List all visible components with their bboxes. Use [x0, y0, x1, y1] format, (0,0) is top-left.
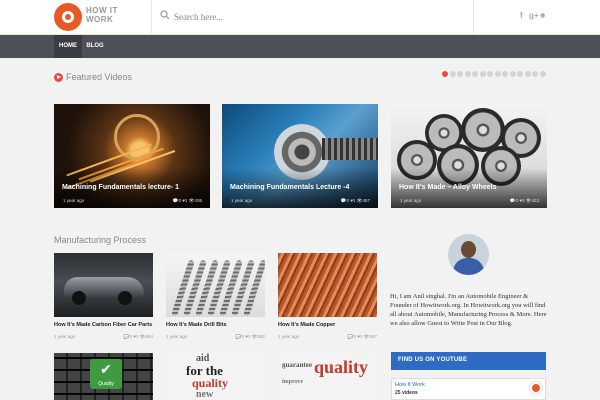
featured-video-card[interactable]: Machining Fundamentals lecture- 1 1 year… [54, 104, 210, 208]
slider-dot[interactable] [457, 71, 463, 77]
slider-dot[interactable] [464, 71, 471, 77]
post-title[interactable]: How It's Made Copper [278, 322, 335, 328]
main-nav: HOME BLOG [0, 35, 600, 58]
video-stats: 💬0 ♥1 👁457 [340, 198, 370, 203]
search-icon [160, 10, 170, 20]
slider-dot[interactable] [442, 71, 448, 77]
post-thumbnail[interactable]: guarantee quality improve [278, 353, 377, 400]
video-stats: 💬0 ♥3 👁423 [509, 198, 539, 203]
slider-dot[interactable] [524, 71, 531, 77]
video-time: 1 year ago [63, 198, 85, 203]
slider-dot[interactable] [509, 71, 516, 77]
slider-dot[interactable] [479, 71, 486, 77]
post-thumbnail[interactable] [278, 253, 377, 317]
slider-dot[interactable] [539, 71, 546, 77]
slider-dot[interactable] [449, 71, 456, 77]
play-icon [54, 73, 63, 82]
featured-videos-title: Featured Videos [66, 72, 132, 82]
slider-dot[interactable] [532, 71, 538, 77]
video-title[interactable]: Machining Fundamentals lecture- 1 [62, 184, 179, 191]
post-title[interactable]: How It's Made Drill Bits [166, 322, 227, 328]
post-thumbnail[interactable] [54, 253, 153, 317]
featured-video-card[interactable]: Machining Fundamentals Lecture -4 1 year… [222, 104, 378, 208]
search-input[interactable] [174, 8, 434, 26]
manufacturing-title: Manufacturing Process [54, 235, 147, 245]
video-stats: 💬0 ♥1 👁436 [172, 198, 202, 203]
youtube-widget-header: FIND US ON YOUTUBE [391, 352, 546, 370]
site-logo[interactable]: HOW IT WORK [54, 3, 150, 31]
post-time: 1 year ago [278, 334, 300, 339]
video-time: 1 year ago [400, 198, 422, 203]
nav-item-home[interactable]: HOME [54, 35, 82, 58]
logo-text: HOW IT WORK [86, 6, 118, 24]
video-title[interactable]: How It's Made – Alloy Wheels [399, 184, 496, 191]
post-thumbnail[interactable] [166, 253, 265, 317]
facebook-icon[interactable]: f [520, 11, 523, 20]
slider-dot[interactable] [472, 71, 478, 77]
post-title[interactable]: How It's Made Carbon Fiber Car Parts [54, 322, 152, 328]
google-plus-icon[interactable]: g+ [529, 11, 539, 20]
video-title[interactable]: Machining Fundamentals Lecture -4 [230, 184, 349, 191]
youtube-widget-title: FIND US ON YOUTUBE [398, 357, 468, 363]
slider-dot[interactable] [517, 71, 523, 77]
youtube-channel-box[interactable]: How It Work 25 videos [391, 378, 546, 400]
header-divider [151, 0, 152, 35]
nav-item-blog[interactable]: BLOG [82, 35, 108, 58]
post-stats: 💬0 ♥1 👁654 [123, 334, 153, 339]
slider-dot[interactable] [502, 71, 508, 77]
featured-video-card[interactable]: How It's Made – Alloy Wheels 1 year ago … [391, 104, 547, 208]
post-time: 1 year ago [54, 334, 76, 339]
header-divider [473, 0, 474, 35]
gear-logo-icon [54, 3, 82, 31]
rss-icon[interactable]: ◉ [540, 12, 545, 19]
post-thumbnail[interactable]: Quality [54, 353, 153, 400]
video-time: 1 year ago [231, 198, 253, 203]
post-thumbnail[interactable]: aid for the quality new [166, 353, 265, 400]
channel-logo-icon[interactable] [530, 382, 542, 394]
post-time: 1 year ago [166, 334, 188, 339]
slider-dot[interactable] [487, 71, 493, 77]
channel-name[interactable]: How It Work [395, 382, 425, 388]
slider-dot[interactable] [494, 71, 501, 77]
author-bio: Hi, I am Anil singhal. I'm an Automobile… [390, 293, 547, 327]
post-stats: 💬0 ♥1 👁567 [347, 334, 377, 339]
author-avatar [448, 234, 489, 275]
channel-video-count: 25 videos [395, 390, 418, 396]
site-header: HOW IT WORK f g+ ◉ [0, 0, 600, 35]
post-stats: 💬0 ♥1 👁582 [235, 334, 265, 339]
